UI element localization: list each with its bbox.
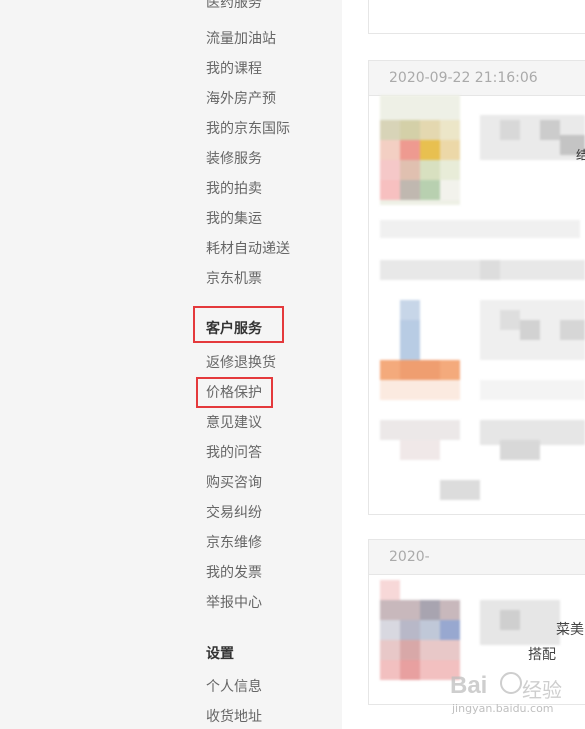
blurred-product-image [380,300,585,400]
blurred-product-image [380,580,585,680]
sidebar-item-traffic[interactable]: 流量加油站 [206,30,276,48]
watermark-brand: Bai [450,672,488,699]
sidebar-item-price-protection[interactable]: 价格保护 [206,384,262,402]
blurred-product-image [380,95,585,205]
sidebar-item-decoration[interactable]: 装修服务 [206,150,262,168]
sidebar-item-consumables[interactable]: 耗材自动递送 [206,240,290,258]
order-card-header: 2020-09-22 21:16:06 [369,61,585,96]
sidebar-item-returns[interactable]: 返修退换货 [206,354,276,372]
watermark-brand-cn: 经验 [522,678,562,702]
sidebar-nav: 医药服务 流量加油站 我的课程 海外房产预 我的京东国际 装修服务 我的拍卖 我… [0,0,342,729]
sidebar-item-courses[interactable]: 我的课程 [206,60,262,78]
sidebar-item-address[interactable]: 收货地址 [206,708,262,726]
order-card-header: 2020- [369,540,585,575]
blurred-text-block [380,415,585,500]
order-date: 2020-09-22 21:16:06 [389,70,538,86]
sidebar-item-jd-international[interactable]: 我的京东国际 [206,120,290,138]
order-text-fragment: 搭配 [528,647,556,663]
section-heading-customer-service: 客户服务 [206,321,262,337]
order-card-previous [368,0,585,34]
sidebar-item-invoices[interactable]: 我的发票 [206,564,262,582]
paw-icon [500,672,522,694]
section-heading-settings: 设置 [206,646,234,662]
sidebar-item-report[interactable]: 举报中心 [206,594,262,612]
blurred-text-block [380,215,585,285]
sidebar-item-overseas-property[interactable]: 海外房产预 [206,90,276,108]
order-text-fragment: 菜美 [556,622,584,638]
sidebar-item-medical[interactable]: 医药服务 [206,0,262,14]
sidebar-item-consult[interactable]: 购买咨询 [206,474,262,492]
sidebar-item-disputes[interactable]: 交易纠纷 [206,504,262,522]
order-text-fragment: 结 [576,148,585,162]
sidebar-item-qa[interactable]: 我的问答 [206,444,262,462]
sidebar-item-auction[interactable]: 我的拍卖 [206,180,262,198]
sidebar-item-consolidation[interactable]: 我的集运 [206,210,262,228]
sidebar-item-profile[interactable]: 个人信息 [206,678,262,696]
sidebar-item-feedback[interactable]: 意见建议 [206,414,262,432]
sidebar-item-repair[interactable]: 京东维修 [206,534,262,552]
order-date: 2020- [389,549,430,565]
watermark-url: jingyan.baidu.com [452,702,554,715]
sidebar-item-flights[interactable]: 京东机票 [206,270,262,288]
